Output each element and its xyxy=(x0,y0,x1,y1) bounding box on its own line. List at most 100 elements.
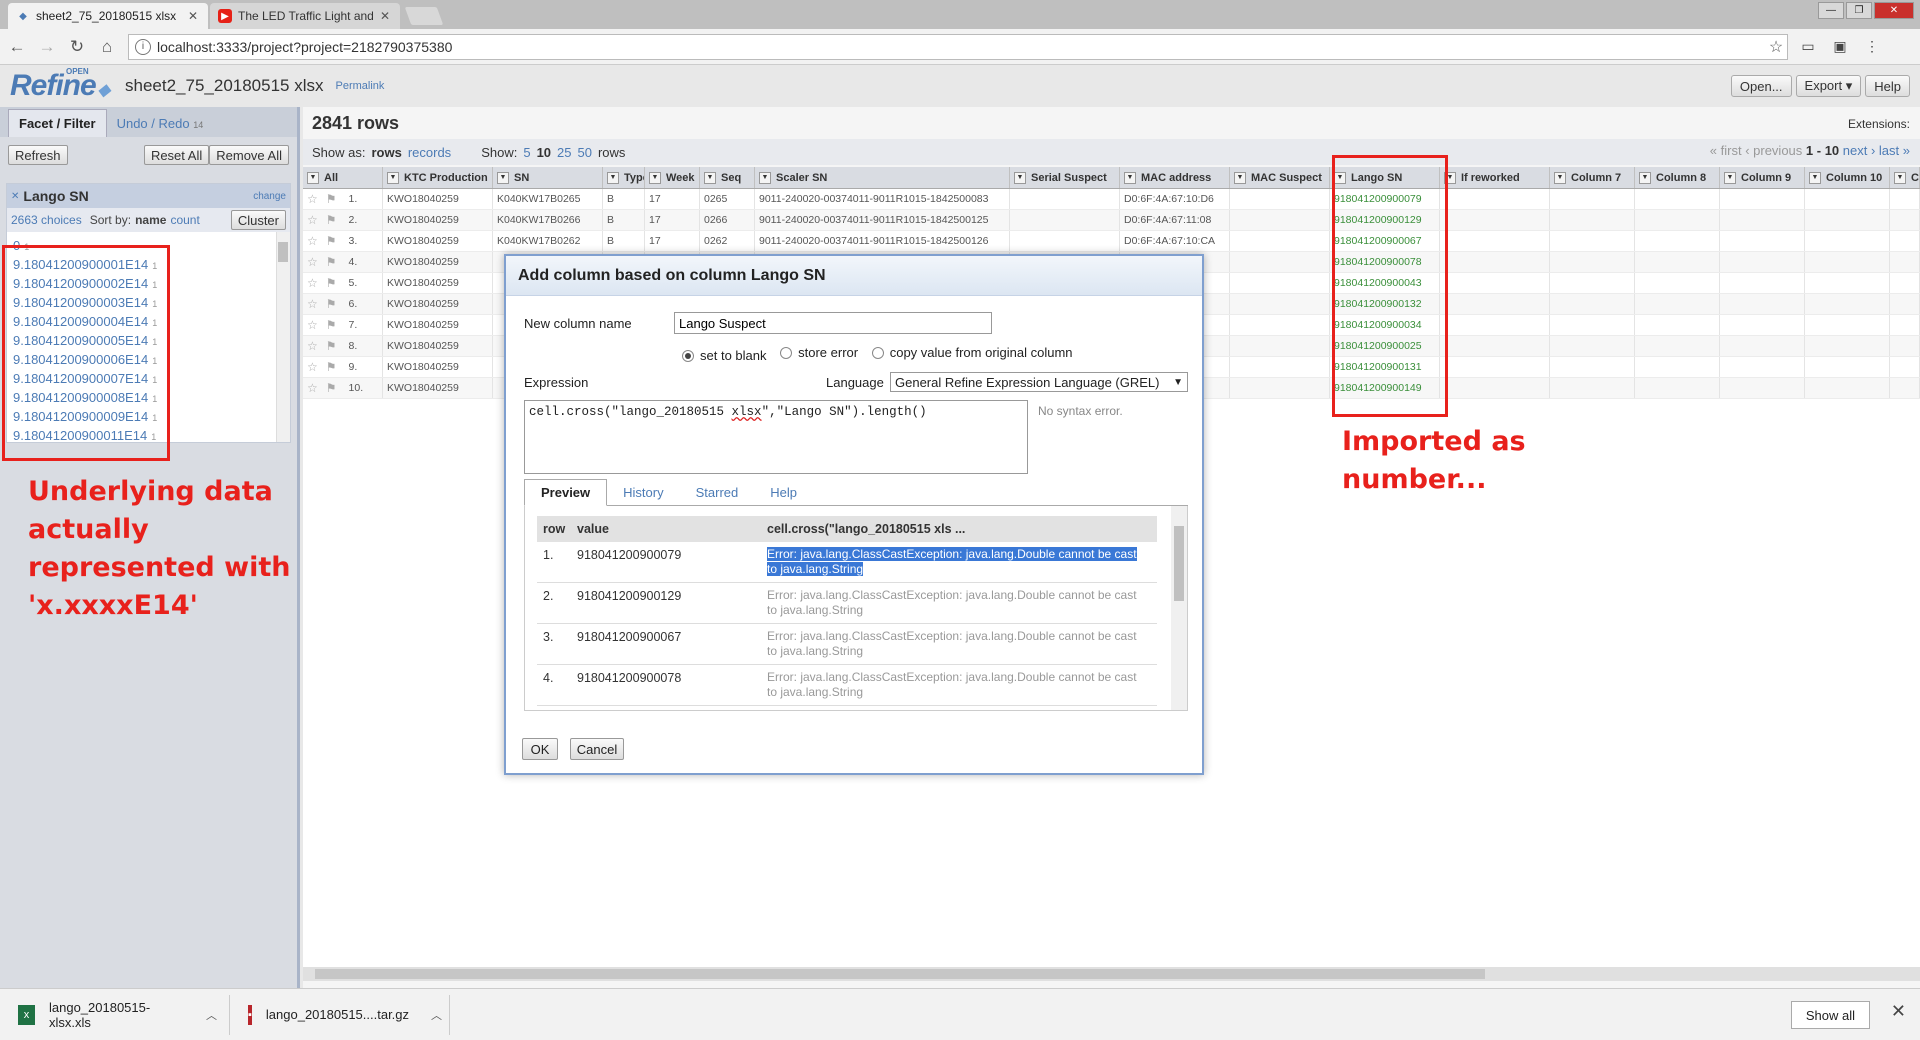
table-cell[interactable]: KWO18040259 xyxy=(383,273,493,293)
star-icon[interactable]: ☆ xyxy=(307,234,318,248)
project-name[interactable]: sheet2_75_20180515 xlsx xyxy=(125,76,324,96)
table-cell[interactable]: KWO18040259 xyxy=(383,336,493,356)
tab-undo-redo[interactable]: Undo / Redo 14 xyxy=(107,110,214,137)
table-cell[interactable] xyxy=(1805,357,1890,377)
ok-button[interactable]: OK xyxy=(522,738,558,760)
table-cell[interactable] xyxy=(1720,378,1805,398)
table-cell[interactable]: 9011-240020-00374011-9011R1015-184250012… xyxy=(755,231,1010,251)
table-cell[interactable]: B xyxy=(603,189,645,209)
browser-tab-openrefine[interactable]: ◆ sheet2_75_20180515 xlsx ✕ xyxy=(8,3,208,29)
export-button[interactable]: Export ▾ xyxy=(1795,75,1862,97)
chevron-up-icon[interactable]: ︿ xyxy=(206,1007,217,1023)
table-cell[interactable] xyxy=(1890,210,1920,230)
table-cell[interactable] xyxy=(1635,189,1720,209)
column-menu-dropdown-icon[interactable]: ▼ xyxy=(649,171,661,184)
tab-help[interactable]: Help xyxy=(754,480,813,505)
table-cell[interactable]: D0:6F:4A:67:10:CA xyxy=(1120,231,1230,251)
column-menu-dropdown-icon[interactable]: ▼ xyxy=(1894,171,1906,184)
table-cell[interactable] xyxy=(1230,189,1330,209)
cancel-button[interactable]: Cancel xyxy=(570,738,624,760)
table-cell[interactable]: 9011-240020-00374011-9011R1015-184250012… xyxy=(755,210,1010,230)
flag-icon[interactable]: ⚑ xyxy=(326,255,337,269)
column-header[interactable]: ▼ MAC address xyxy=(1120,167,1230,188)
table-cell[interactable] xyxy=(1720,336,1805,356)
table-cell[interactable] xyxy=(1550,273,1635,293)
table-cell[interactable]: D0:6F:4A:67:10:D6 xyxy=(1120,189,1230,209)
bookmark-star-icon[interactable]: ☆ xyxy=(1765,37,1787,57)
table-cell[interactable] xyxy=(1635,252,1720,272)
chevron-up-icon[interactable]: ︿ xyxy=(431,1007,442,1023)
table-cell[interactable] xyxy=(1550,357,1635,377)
table-cell[interactable] xyxy=(1805,294,1890,314)
table-cell[interactable] xyxy=(1550,315,1635,335)
table-cell[interactable] xyxy=(1805,336,1890,356)
table-cell[interactable] xyxy=(1550,378,1635,398)
table-cell[interactable] xyxy=(1805,315,1890,335)
table-cell[interactable] xyxy=(1440,315,1550,335)
tab-history[interactable]: History xyxy=(607,480,679,505)
column-header[interactable]: ▼ Serial Suspect xyxy=(1010,167,1120,188)
tab-facet-filter[interactable]: Facet / Filter xyxy=(8,109,107,137)
column-header[interactable]: ▼ Column 10 xyxy=(1805,167,1890,188)
close-window-icon[interactable]: ✕ xyxy=(1874,2,1914,19)
table-cell[interactable] xyxy=(1550,336,1635,356)
radio-copy-value[interactable]: copy value from original column xyxy=(871,345,1073,360)
home-icon[interactable]: ⌂ xyxy=(94,34,120,60)
show-as-records[interactable]: records xyxy=(408,145,451,160)
column-menu-dropdown-icon[interactable]: ▼ xyxy=(307,171,319,184)
table-cell[interactable] xyxy=(1550,189,1635,209)
table-cell[interactable]: KWO18040259 xyxy=(383,231,493,251)
flag-icon[interactable]: ⚑ xyxy=(326,234,337,248)
table-cell[interactable]: KWO18040259 xyxy=(383,357,493,377)
page-size-25[interactable]: 25 xyxy=(557,145,571,160)
table-cell[interactable] xyxy=(1440,273,1550,293)
sort-by-count[interactable]: count xyxy=(170,213,199,227)
table-cell[interactable] xyxy=(1890,378,1920,398)
pager-previous[interactable]: ‹ previous xyxy=(1745,143,1802,158)
table-cell[interactable] xyxy=(1635,273,1720,293)
facet-choices-count[interactable]: 2663 choices xyxy=(11,213,82,227)
star-icon[interactable]: ☆ xyxy=(307,276,318,290)
maximize-icon[interactable]: ❐ xyxy=(1846,2,1872,19)
show-all-downloads-button[interactable]: Show all xyxy=(1790,1001,1870,1029)
table-cell[interactable]: K040KW17B0265 xyxy=(493,189,603,209)
table-cell[interactable] xyxy=(1635,336,1720,356)
table-cell[interactable] xyxy=(1230,210,1330,230)
openrefine-logo[interactable]: Refine ◆ OPEN xyxy=(10,67,110,103)
table-cell[interactable] xyxy=(1440,210,1550,230)
star-icon[interactable]: ☆ xyxy=(307,381,318,395)
table-cell[interactable] xyxy=(1440,231,1550,251)
table-cell[interactable] xyxy=(1635,210,1720,230)
table-cell[interactable] xyxy=(1440,252,1550,272)
tab-starred[interactable]: Starred xyxy=(680,480,755,505)
flag-icon[interactable]: ⚑ xyxy=(326,381,337,395)
flag-icon[interactable]: ⚑ xyxy=(326,192,337,206)
language-select[interactable]: General Refine Expression Language (GREL… xyxy=(890,372,1188,392)
table-cell[interactable] xyxy=(1635,294,1720,314)
browser-menu-icon[interactable]: ⋮ xyxy=(1860,36,1884,58)
column-header[interactable]: ▼ Colu xyxy=(1890,167,1920,188)
table-cell[interactable] xyxy=(1230,336,1330,356)
preview-scroll-thumb[interactable] xyxy=(1174,526,1184,601)
table-cell[interactable] xyxy=(1010,231,1120,251)
table-cell[interactable] xyxy=(1230,252,1330,272)
flag-icon[interactable]: ⚑ xyxy=(326,360,337,374)
column-header[interactable]: ▼ All xyxy=(303,167,383,188)
table-cell[interactable]: K040KW17B0266 xyxy=(493,210,603,230)
table-cell[interactable] xyxy=(1230,315,1330,335)
table-cell[interactable] xyxy=(1010,210,1120,230)
column-menu-dropdown-icon[interactable]: ▼ xyxy=(1554,171,1566,184)
table-cell[interactable]: KWO18040259 xyxy=(383,294,493,314)
column-menu-dropdown-icon[interactable]: ▼ xyxy=(704,171,716,184)
table-cell[interactable] xyxy=(1635,315,1720,335)
table-cell[interactable] xyxy=(1720,252,1805,272)
column-menu-dropdown-icon[interactable]: ▼ xyxy=(387,171,399,184)
table-cell[interactable]: 17 xyxy=(645,189,700,209)
table-cell[interactable] xyxy=(1550,294,1635,314)
table-cell[interactable] xyxy=(1890,357,1920,377)
column-header[interactable]: ▼ If reworked xyxy=(1440,167,1550,188)
page-size-5[interactable]: 5 xyxy=(523,145,530,160)
new-column-name-input[interactable] xyxy=(674,312,992,334)
radio-store-error[interactable]: store error xyxy=(780,345,858,360)
table-cell[interactable] xyxy=(1230,357,1330,377)
